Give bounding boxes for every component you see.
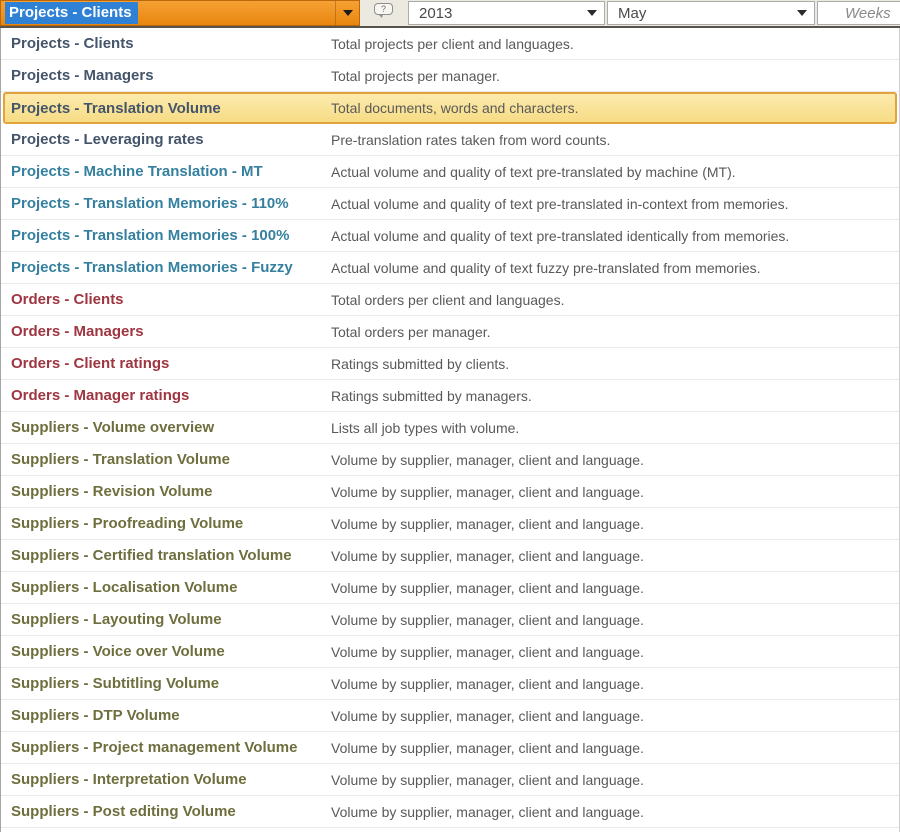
period-field[interactable]: Weeks [817,1,900,25]
report-name: Projects - Machine Translation - MT [1,163,331,180]
report-name: Suppliers - Certified translation Volume [1,547,331,564]
report-description: Ratings submitted by clients. [331,356,899,372]
report-description: Actual volume and quality of text pre-tr… [331,196,899,212]
list-item[interactable]: Projects - Leveraging ratesPre-translati… [1,124,899,156]
report-name: Suppliers - Voice over Volume [1,643,331,660]
report-name: Projects - Managers [1,67,331,84]
list-item[interactable]: Projects - ClientsTotal projects per cli… [1,28,899,60]
report-description: Volume by supplier, manager, client and … [331,548,899,564]
report-name: Projects - Clients [1,35,331,52]
report-description: Volume by supplier, manager, client and … [331,580,899,596]
report-name: Orders - Client ratings [1,355,331,372]
report-description: Actual volume and quality of text fuzzy … [331,260,899,276]
report-name: Orders - Manager ratings [1,387,331,404]
report-name: Orders - Managers [1,323,331,340]
report-selector-combobox[interactable]: Projects - Clients [0,0,360,26]
list-item[interactable]: Suppliers - Subtitling VolumeVolume by s… [1,668,899,700]
report-description: Volume by supplier, manager, client and … [331,452,899,468]
report-name: Projects - Translation Memories - 100% [1,227,331,244]
list-item[interactable]: Orders - Manager ratingsRatings submitte… [1,380,899,412]
list-item[interactable]: Suppliers - Interpretation VolumeVolume … [1,764,899,796]
report-list: Projects - ClientsTotal projects per cli… [0,28,900,832]
report-description: Volume by supplier, manager, client and … [331,740,899,756]
report-description: Pre-translation rates taken from word co… [331,132,899,148]
report-description: Volume by supplier, manager, client and … [331,804,899,820]
report-name: Suppliers - Translation Volume [1,451,331,468]
report-description: Actual volume and quality of text pre-tr… [331,164,899,180]
toolbar: Projects - Clients ? 2013 May Weeks [0,0,900,26]
month-dropdown[interactable]: May [607,1,815,25]
report-name: Projects - Translation Volume [5,100,331,117]
year-dropdown[interactable]: 2013 [408,1,605,25]
report-name: Suppliers - Interpretation Volume [1,771,331,788]
report-name: Suppliers - Volume overview [1,419,331,436]
list-item[interactable]: Suppliers - Localisation VolumeVolume by… [1,572,899,604]
list-item[interactable]: Suppliers - DTP VolumeVolume by supplier… [1,700,899,732]
report-description: Lists all job types with volume. [331,420,899,436]
list-item[interactable]: Suppliers - Post editing VolumeVolume by… [1,796,899,828]
report-description: Volume by supplier, manager, client and … [331,676,899,692]
report-name: Suppliers - Localisation Volume [1,579,331,596]
list-item[interactable]: Suppliers - Layouting VolumeVolume by su… [1,604,899,636]
year-value: 2013 [409,5,452,22]
report-description: Actual volume and quality of text pre-tr… [331,228,899,244]
chevron-down-icon[interactable] [587,10,597,16]
report-name: Orders - Clients [1,291,331,308]
report-description: Ratings submitted by managers. [331,388,899,404]
list-item[interactable]: Orders - ManagersTotal orders per manage… [1,316,899,348]
list-item[interactable]: Suppliers - Proofreading VolumeVolume by… [1,508,899,540]
report-description: Total orders per manager. [331,324,899,340]
report-description: Total documents, words and characters. [331,100,895,116]
list-item[interactable]: Suppliers - Volume overviewLists all job… [1,412,899,444]
list-item[interactable]: Suppliers - Certified translation Volume… [1,540,899,572]
chevron-down-icon[interactable] [335,1,359,25]
report-description: Volume by supplier, manager, client and … [331,612,899,628]
month-value: May [608,5,646,22]
chevron-down-icon[interactable] [797,10,807,16]
list-item[interactable]: Projects - Translation VolumeTotal docum… [3,92,897,124]
list-item[interactable]: Projects - Translation Memories - FuzzyA… [1,252,899,284]
report-name: Projects - Leveraging rates [1,131,331,148]
report-description: Total orders per client and languages. [331,292,899,308]
list-item[interactable]: Suppliers - Voice over VolumeVolume by s… [1,636,899,668]
report-name: Suppliers - Project management Volume [1,739,331,756]
list-item[interactable]: Suppliers - Translation VolumeVolume by … [1,444,899,476]
report-name: Projects - Translation Memories - Fuzzy [1,259,331,276]
list-item[interactable]: Projects - Machine Translation - MTActua… [1,156,899,188]
list-item[interactable]: Suppliers - Project management VolumeVol… [1,732,899,764]
list-item[interactable]: Projects - Translation Memories - 100%Ac… [1,220,899,252]
report-name: Suppliers - Subtitling Volume [1,675,331,692]
period-placeholder: Weeks [818,5,891,22]
report-name: Suppliers - Post editing Volume [1,803,331,820]
report-selector-value: Projects - Clients [5,2,138,24]
report-description: Volume by supplier, manager, client and … [331,708,899,724]
list-item[interactable]: Projects - Translation Memories - 110%Ac… [1,188,899,220]
list-item[interactable]: Suppliers - Revision VolumeVolume by sup… [1,476,899,508]
question-balloon-icon: ? [374,3,393,15]
report-description: Total projects per client and languages. [331,36,899,52]
report-description: Volume by supplier, manager, client and … [331,484,899,500]
report-name: Suppliers - Layouting Volume [1,611,331,628]
help-button[interactable]: ? [372,1,400,21]
list-item[interactable]: Orders - ClientsTotal orders per client … [1,284,899,316]
report-description: Volume by supplier, manager, client and … [331,644,899,660]
list-item[interactable]: Orders - Client ratingsRatings submitted… [1,348,899,380]
report-description: Volume by supplier, manager, client and … [331,772,899,788]
report-description: Volume by supplier, manager, client and … [331,516,899,532]
report-name: Suppliers - Revision Volume [1,483,331,500]
report-name: Suppliers - DTP Volume [1,707,331,724]
report-name: Suppliers - Proofreading Volume [1,515,331,532]
list-item[interactable]: Projects - ManagersTotal projects per ma… [1,60,899,92]
report-name: Projects - Translation Memories - 110% [1,195,331,212]
report-description: Total projects per manager. [331,68,899,84]
